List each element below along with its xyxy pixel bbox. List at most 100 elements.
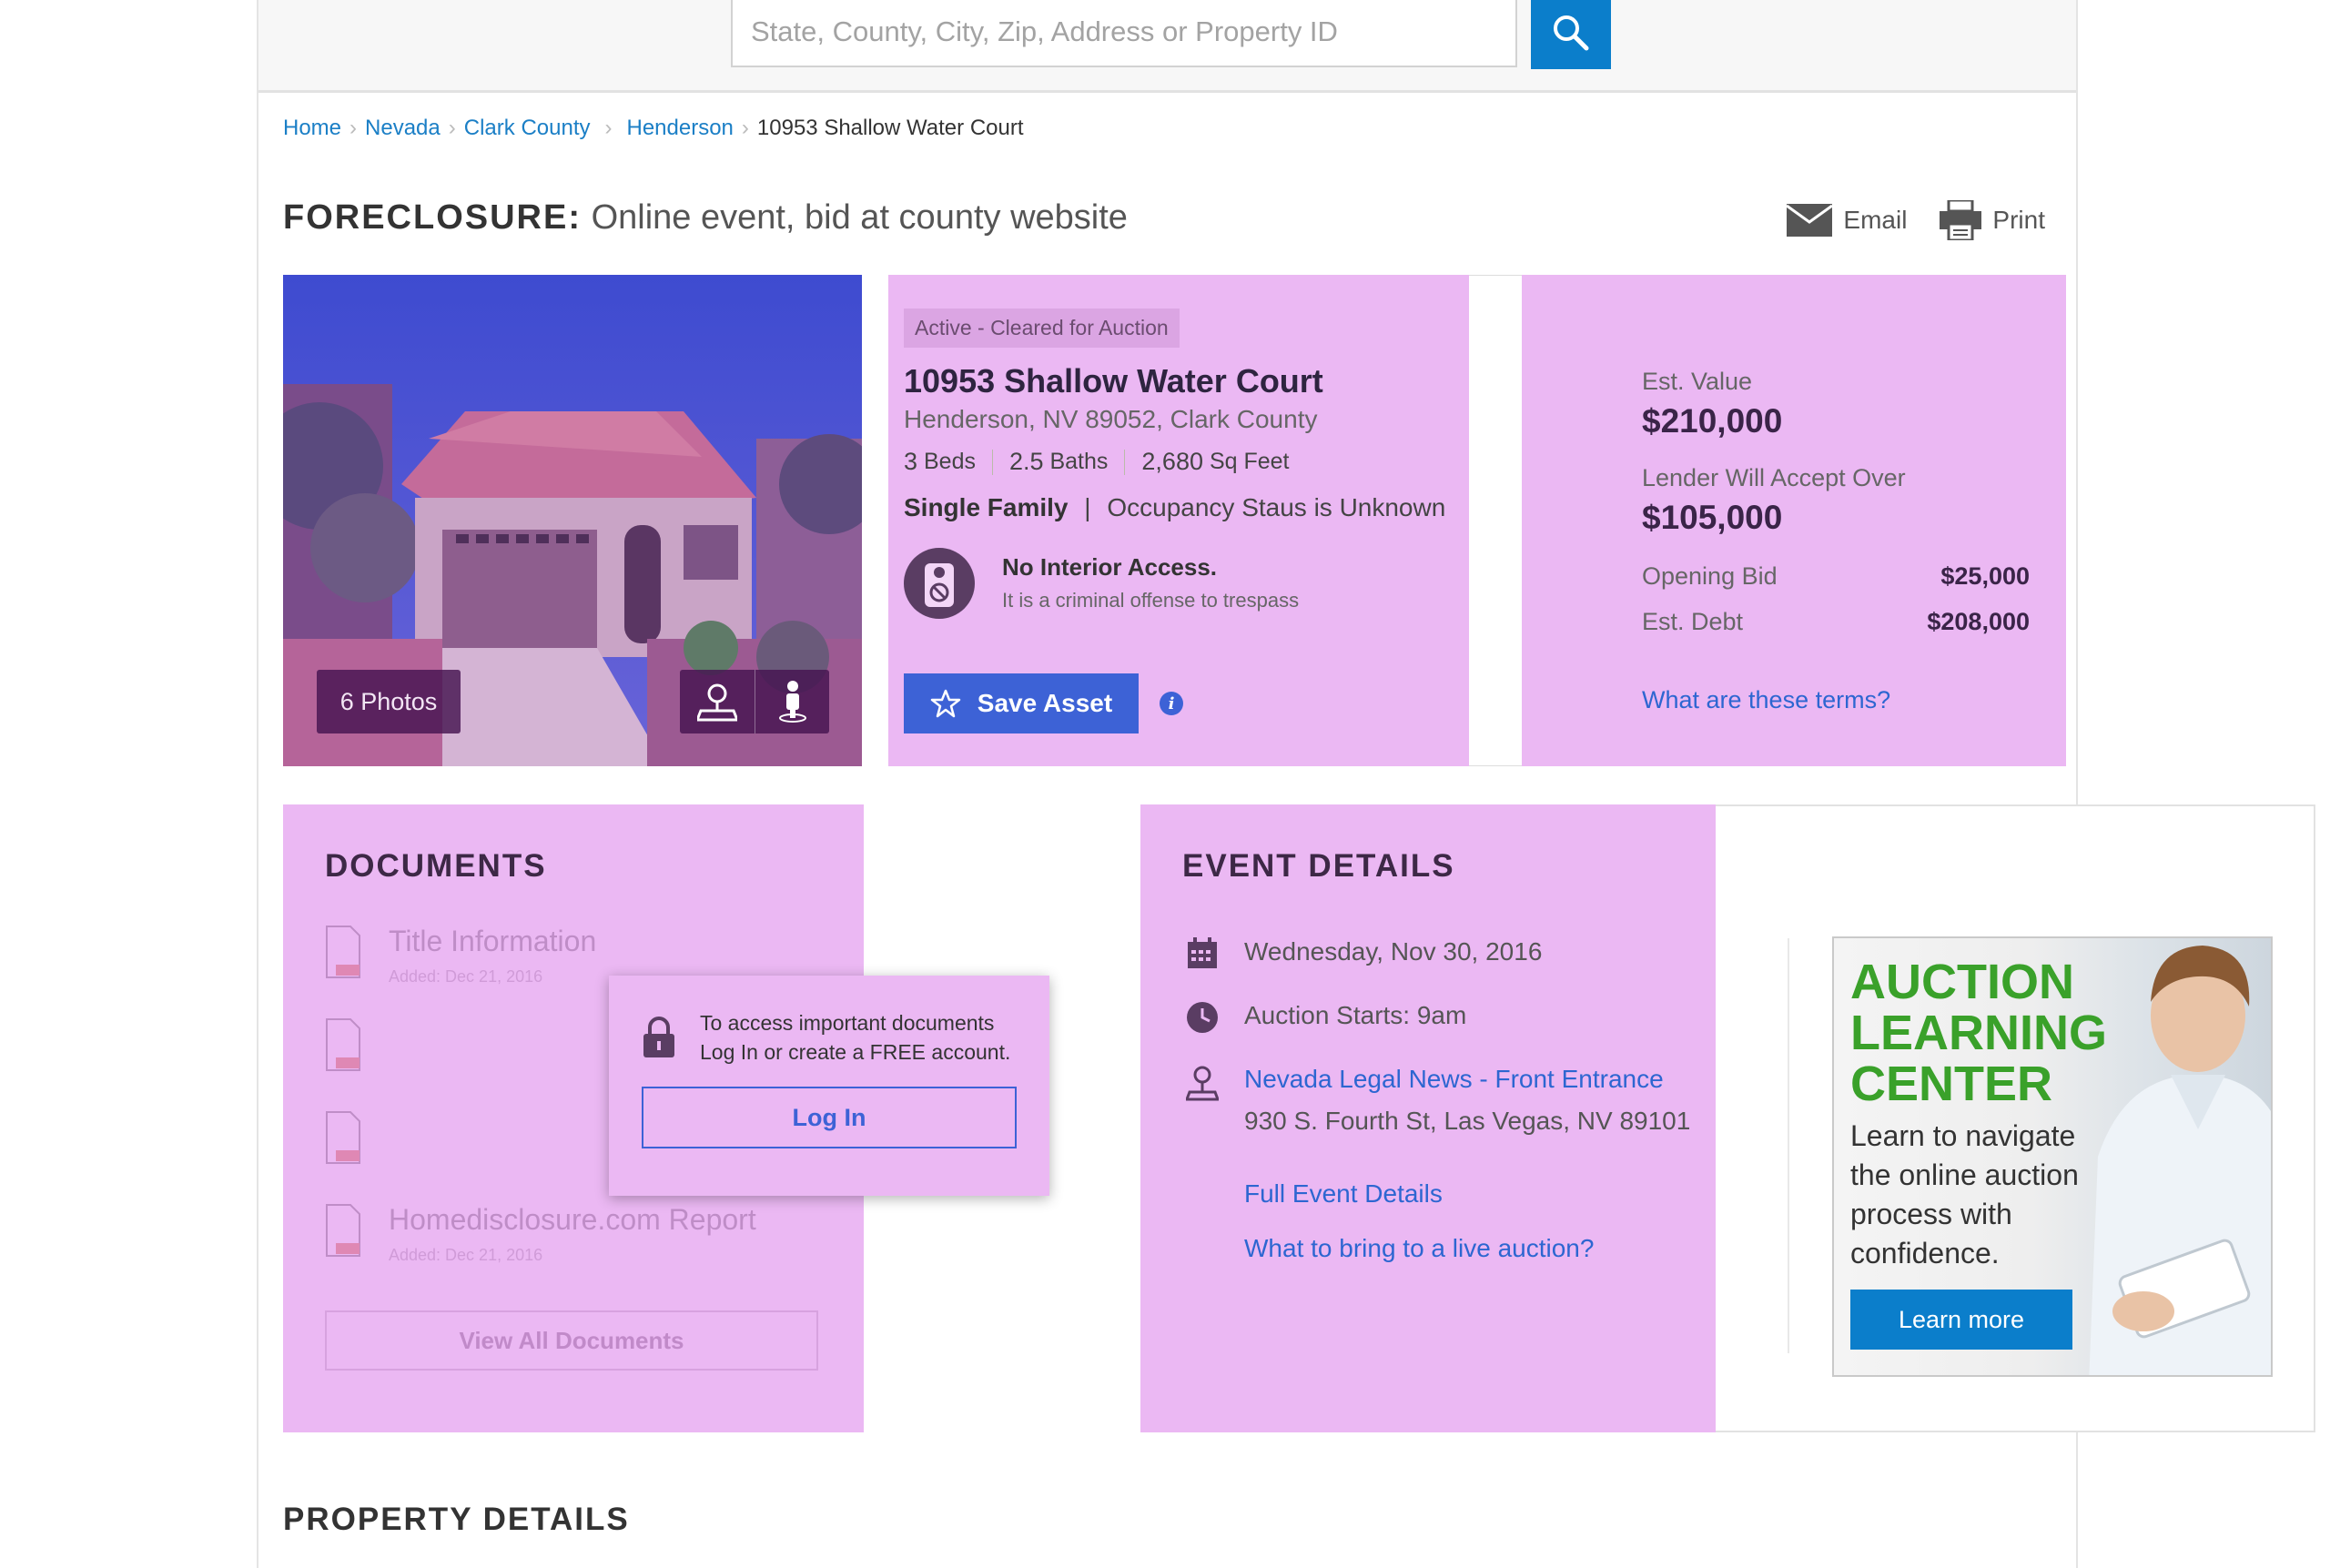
- event-time-row: Auction Starts: 9am: [1182, 1001, 1466, 1034]
- location-pin-icon: [1186, 1066, 1219, 1101]
- document-item[interactable]: Homedisclosure.com Report Added: Dec 21,…: [325, 1203, 756, 1265]
- ad-description: Learn to navigate the online auction pro…: [1850, 1119, 2079, 1270]
- terms-link[interactable]: What are these terms?: [1642, 686, 1890, 714]
- sqft-count: 2,680: [1141, 448, 1203, 475]
- document-name: Title Information: [389, 925, 597, 957]
- beds-count: 3: [904, 448, 918, 475]
- sale-type-description: Online event, bid at county website: [591, 198, 1128, 237]
- event-details-title: EVENT DETAILS: [1182, 848, 1455, 884]
- login-prompt-popup: To access important documents Log In or …: [609, 976, 1049, 1196]
- pdf-icon: [326, 1018, 360, 1071]
- property-photo[interactable]: 6 Photos: [283, 275, 862, 766]
- breadcrumb: Home › Nevada › Clark County › Henderson…: [283, 116, 1024, 141]
- baths-count: 2.5: [1008, 448, 1044, 475]
- print-label: Print: [1992, 206, 2045, 234]
- calendar-icon: [1188, 937, 1217, 968]
- baths-label: Baths: [1049, 449, 1109, 474]
- page-title: FORECLOSURE: Online event, bid at county…: [283, 198, 1128, 238]
- print-button[interactable]: Print: [1940, 200, 2045, 240]
- login-prompt-line1: To access important documents: [700, 1011, 995, 1035]
- event-details-panel: EVENT DETAILS Wednesday, Nov 30, 2016 Au…: [1140, 804, 1716, 1432]
- event-address: 930 S. Fourth St, Las Vegas, NV 89101: [1244, 1107, 1691, 1135]
- chevron-right-icon: ›: [741, 116, 749, 140]
- event-date-row: Wednesday, Nov 30, 2016: [1182, 937, 1542, 970]
- opening-bid-label: Opening Bid: [1642, 562, 1778, 590]
- pdf-icon: [326, 1204, 360, 1257]
- email-button[interactable]: Email: [1787, 204, 1907, 237]
- auction-learning-center-ad[interactable]: AUCTION LEARNING CENTER Learn to navigat…: [1832, 936, 2273, 1377]
- breadcrumb-home[interactable]: Home: [283, 116, 341, 141]
- property-specs: 3 Beds 2.5 Baths 2,680 Sq Feet: [904, 448, 1290, 476]
- opening-bid-row: Opening Bid $25,000: [1642, 562, 2030, 591]
- top-search-bar: [258, 0, 2076, 93]
- est-debt-value: $208,000: [1927, 608, 2030, 635]
- map-pin-icon: [697, 683, 737, 722]
- pdf-icon: [326, 1111, 360, 1164]
- live-auction-help-link[interactable]: What to bring to a live auction?: [1244, 1234, 1594, 1263]
- no-access-title: No Interior Access.: [1002, 553, 1218, 581]
- chevron-right-icon: ›: [448, 116, 456, 140]
- event-date: Wednesday, Nov 30, 2016: [1244, 937, 1543, 966]
- est-value: $210,000: [1642, 402, 1783, 440]
- view-all-documents-button[interactable]: View All Documents: [325, 1310, 818, 1371]
- property-info-panel: Active - Cleared for Auction 10953 Shall…: [888, 275, 1469, 766]
- street-view-icon: [778, 681, 806, 723]
- ad-headline: AUCTION LEARNING CENTER: [1850, 955, 2107, 1111]
- opening-bid-value: $25,000: [1940, 562, 2030, 590]
- save-asset-button[interactable]: Save Asset: [904, 673, 1139, 733]
- breadcrumb-county[interactable]: Clark County: [464, 116, 591, 141]
- photos-button[interactable]: 6 Photos: [317, 670, 461, 733]
- ad-container: AUCTION LEARNING CENTER Learn to navigat…: [1716, 804, 2315, 1432]
- info-icon[interactable]: i: [1160, 692, 1183, 715]
- lender-accept-value: $105,000: [1642, 499, 1783, 536]
- property-type: Single Family: [904, 493, 1069, 521]
- sqft-label: Sq Feet: [1209, 449, 1290, 474]
- login-prompt-message: To access important documents Log In or …: [700, 1008, 1010, 1067]
- breadcrumb-state[interactable]: Nevada: [365, 116, 441, 141]
- breadcrumb-city[interactable]: Henderson: [626, 116, 733, 141]
- map-view-button[interactable]: [680, 670, 755, 733]
- breadcrumb-current: 10953 Shallow Water Court: [756, 116, 1024, 140]
- street-view-button[interactable]: [755, 670, 829, 733]
- property-address: 10953 Shallow Water Court: [904, 362, 1323, 400]
- login-button[interactable]: Log In: [642, 1087, 1017, 1148]
- page-actions: Email Print: [1754, 200, 2045, 240]
- panel-gap: [1469, 275, 1522, 766]
- chevron-right-icon: ›: [350, 116, 358, 140]
- event-venue-link[interactable]: Nevada Legal News - Front Entrance: [1244, 1065, 1664, 1093]
- divider: [1788, 938, 1789, 1353]
- est-value-label: Est. Value: [1642, 368, 1753, 395]
- property-type-line: Single Family | Occupancy Staus is Unkno…: [904, 493, 1446, 521]
- document-name: Homedisclosure.com Report: [389, 1203, 756, 1236]
- sale-type-label: FORECLOSURE:: [283, 198, 582, 237]
- est-debt-row: Est. Debt $208,000: [1642, 608, 2030, 636]
- auction-start-time: Auction Starts: 9am: [1244, 1001, 1467, 1029]
- page-container: Home › Nevada › Clark County › Henderson…: [257, 0, 2315, 1568]
- search-input[interactable]: [731, 0, 1517, 67]
- envelope-icon: [1787, 204, 1833, 237]
- clock-icon: [1187, 1002, 1218, 1033]
- full-event-details-link[interactable]: Full Event Details: [1244, 1179, 1443, 1209]
- document-date: Added: Dec 21, 2016: [389, 967, 543, 986]
- save-asset-label: Save Asset: [977, 689, 1113, 717]
- star-icon: [930, 689, 961, 718]
- search-button[interactable]: [1531, 0, 1611, 69]
- property-values-panel: Est. Value $210,000 Lender Will Accept O…: [1522, 275, 2066, 766]
- search-icon: [1554, 15, 1589, 51]
- no-interior-access: No Interior Access. It is a criminal off…: [904, 548, 1299, 619]
- divider: [1124, 449, 1126, 475]
- document-item[interactable]: [325, 1110, 389, 1165]
- document-date: Added: Dec 21, 2016: [389, 1246, 543, 1264]
- learn-more-button[interactable]: Learn more: [1850, 1290, 2072, 1350]
- pdf-icon: [326, 926, 360, 978]
- property-location: Henderson, NV 89052, Clark County: [904, 405, 1318, 433]
- occupancy-status: Occupancy Staus is Unknown: [1107, 493, 1446, 521]
- chevron-right-icon: ›: [604, 116, 613, 140]
- beds-label: Beds: [923, 449, 976, 474]
- divider: [991, 449, 993, 475]
- email-label: Email: [1843, 206, 1908, 234]
- event-location-row: Nevada Legal News - Front Entrance 930 S…: [1182, 1065, 1690, 1136]
- document-item[interactable]: Title Information Added: Dec 21, 2016: [325, 925, 596, 986]
- document-item[interactable]: [325, 1017, 389, 1072]
- lender-accept-label: Lender Will Accept Over: [1642, 464, 1906, 491]
